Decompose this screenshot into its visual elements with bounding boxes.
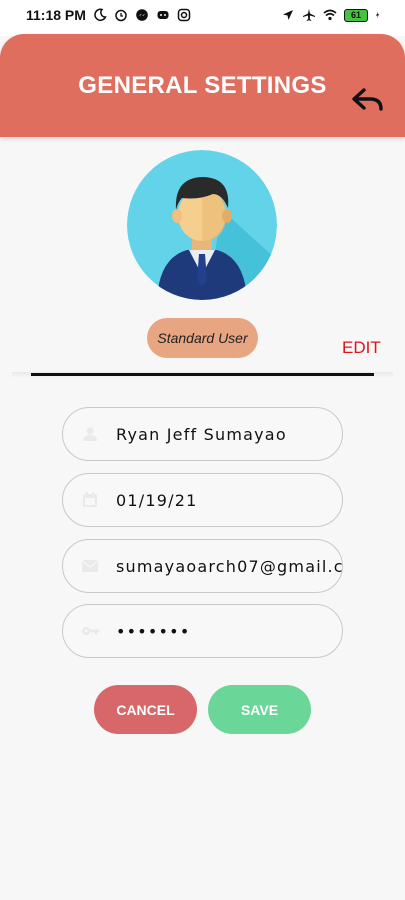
status-time: 11:18 PM [26, 7, 86, 23]
person-icon [83, 427, 97, 441]
user-role-badge: Standard User [147, 318, 258, 358]
status-bar: 11:18 PM 61 [0, 0, 405, 36]
alarm-icon [115, 9, 127, 22]
battery-icon: 61 [344, 8, 368, 22]
discord-icon [157, 11, 169, 19]
calendar-icon [83, 492, 97, 507]
instagram-icon [177, 8, 191, 22]
date-field[interactable] [62, 473, 343, 527]
status-right: 61 [281, 8, 383, 22]
status-left: 11:18 PM [26, 7, 191, 23]
app-header: GENERAL SETTINGS [0, 34, 405, 137]
key-icon [82, 627, 99, 635]
edit-button[interactable]: EDIT [342, 338, 381, 358]
wifi-icon [323, 9, 337, 21]
password-input[interactable] [116, 621, 342, 641]
location-icon [283, 10, 293, 20]
airplane-icon [303, 9, 315, 21]
back-arrow-icon[interactable] [350, 84, 386, 114]
name-input[interactable] [116, 424, 342, 444]
save-button[interactable]: SAVE [208, 685, 311, 734]
cancel-button[interactable]: CANCEL [94, 685, 197, 734]
name-field[interactable] [62, 407, 343, 461]
email-field[interactable] [62, 539, 343, 593]
page-title: GENERAL SETTINGS [78, 72, 327, 99]
profile-divider [31, 373, 374, 376]
email-input[interactable] [116, 556, 342, 576]
avatar [127, 150, 277, 300]
password-field[interactable] [62, 604, 343, 658]
mail-icon [82, 560, 98, 572]
charging-icon [376, 11, 379, 19]
messenger-icon [136, 9, 148, 21]
moon-icon [94, 8, 107, 22]
date-input[interactable] [116, 490, 342, 510]
